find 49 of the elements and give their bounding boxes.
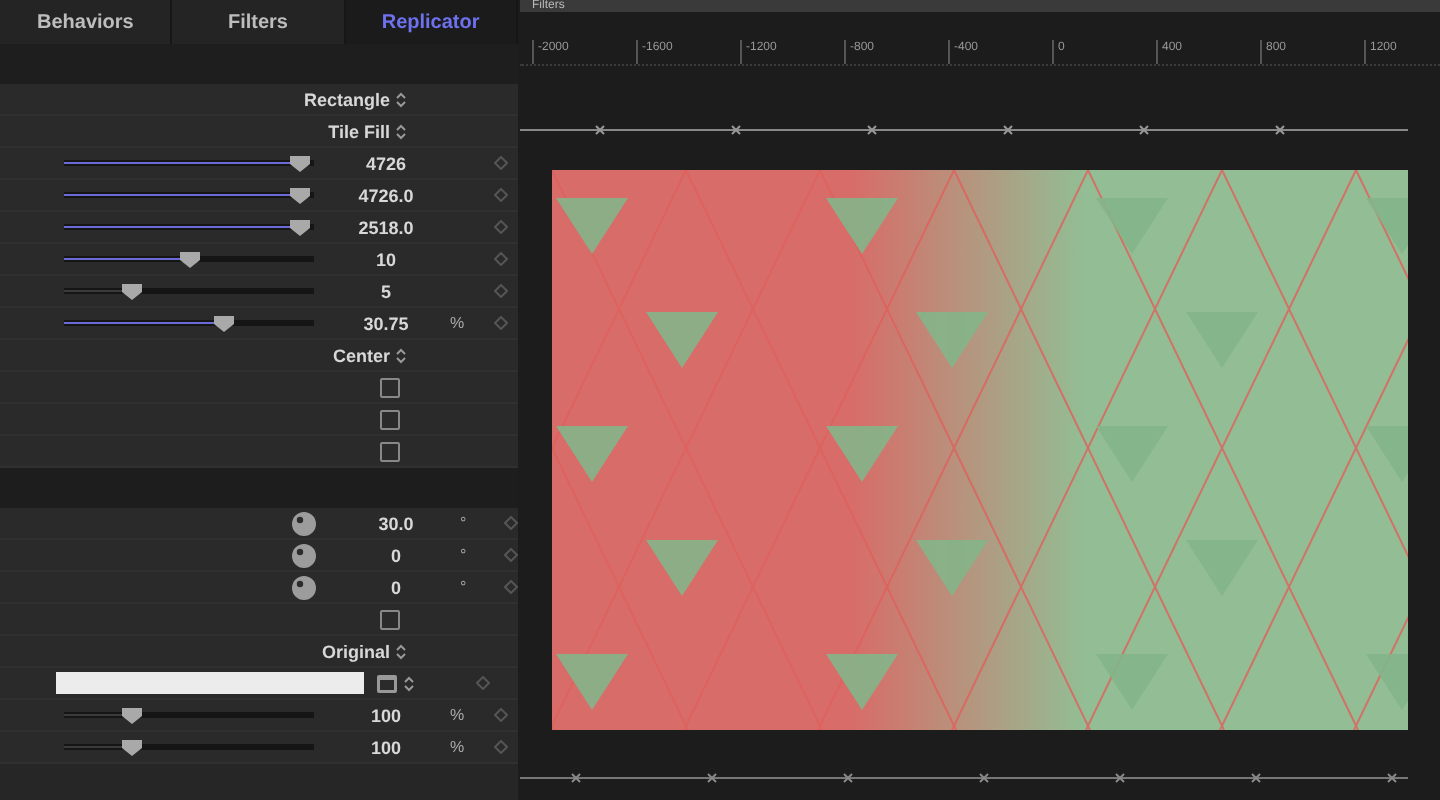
value-text[interactable]: 4726.0 (322, 185, 450, 205)
stepper-icon (396, 643, 406, 659)
value-text[interactable]: 100 (322, 737, 450, 757)
unit-text: ° (460, 546, 467, 564)
unit-text: % (450, 738, 465, 756)
unit-text: ° (460, 514, 467, 532)
slider-thumb[interactable] (121, 739, 142, 755)
slider-thumb[interactable] (213, 315, 234, 331)
slider-track[interactable] (64, 153, 314, 173)
popup-menu[interactable]: Original (298, 641, 406, 661)
popup-menu[interactable]: Rectangle (298, 89, 406, 109)
unit-text: % (450, 314, 465, 332)
value-text[interactable]: 0 (332, 577, 460, 597)
value-text[interactable]: 4726 (322, 153, 450, 173)
checkbox[interactable] (380, 377, 400, 397)
unit-text: % (450, 706, 465, 724)
color-well[interactable] (56, 672, 364, 694)
unit-text: ° (460, 578, 467, 596)
slider-thumb[interactable] (289, 187, 310, 203)
dial-icon[interactable] (292, 511, 316, 535)
slider-track[interactable] (64, 217, 314, 237)
slider-thumb[interactable] (121, 707, 142, 723)
stepper-icon (396, 347, 406, 363)
inspector-tab[interactable]: Behaviors (0, 0, 173, 44)
value-text[interactable]: 0 (332, 545, 460, 565)
stepper-icon (396, 91, 406, 107)
slider-thumb[interactable] (289, 155, 310, 171)
value-text[interactable]: 30.0 (332, 513, 460, 533)
value-text[interactable]: 2518.0 (322, 217, 450, 237)
value-text[interactable]: 100 (322, 705, 450, 725)
checkbox[interactable] (380, 409, 400, 429)
slider-track[interactable] (64, 185, 314, 205)
popup-menu[interactable]: Center (298, 345, 406, 365)
checkbox[interactable] (380, 441, 400, 461)
value-text[interactable]: 30.75 (322, 313, 450, 333)
value-text[interactable]: 10 (322, 249, 450, 269)
inspector-tab[interactable]: Replicator (345, 0, 518, 44)
slider-thumb[interactable] (179, 251, 199, 267)
inspector-tab[interactable]: Filters (172, 0, 346, 44)
slider-thumb[interactable] (289, 219, 310, 235)
popup-menu[interactable]: Tile Fill (298, 121, 406, 141)
checkbox[interactable] (380, 609, 400, 629)
slider-thumb[interactable] (121, 283, 142, 299)
value-text[interactable]: 5 (322, 281, 450, 301)
color-picker-icon[interactable] (376, 673, 398, 693)
dial-icon[interactable] (292, 575, 316, 599)
dial-icon[interactable] (292, 543, 316, 567)
stepper-icon[interactable] (404, 675, 414, 691)
stepper-icon (396, 123, 406, 139)
